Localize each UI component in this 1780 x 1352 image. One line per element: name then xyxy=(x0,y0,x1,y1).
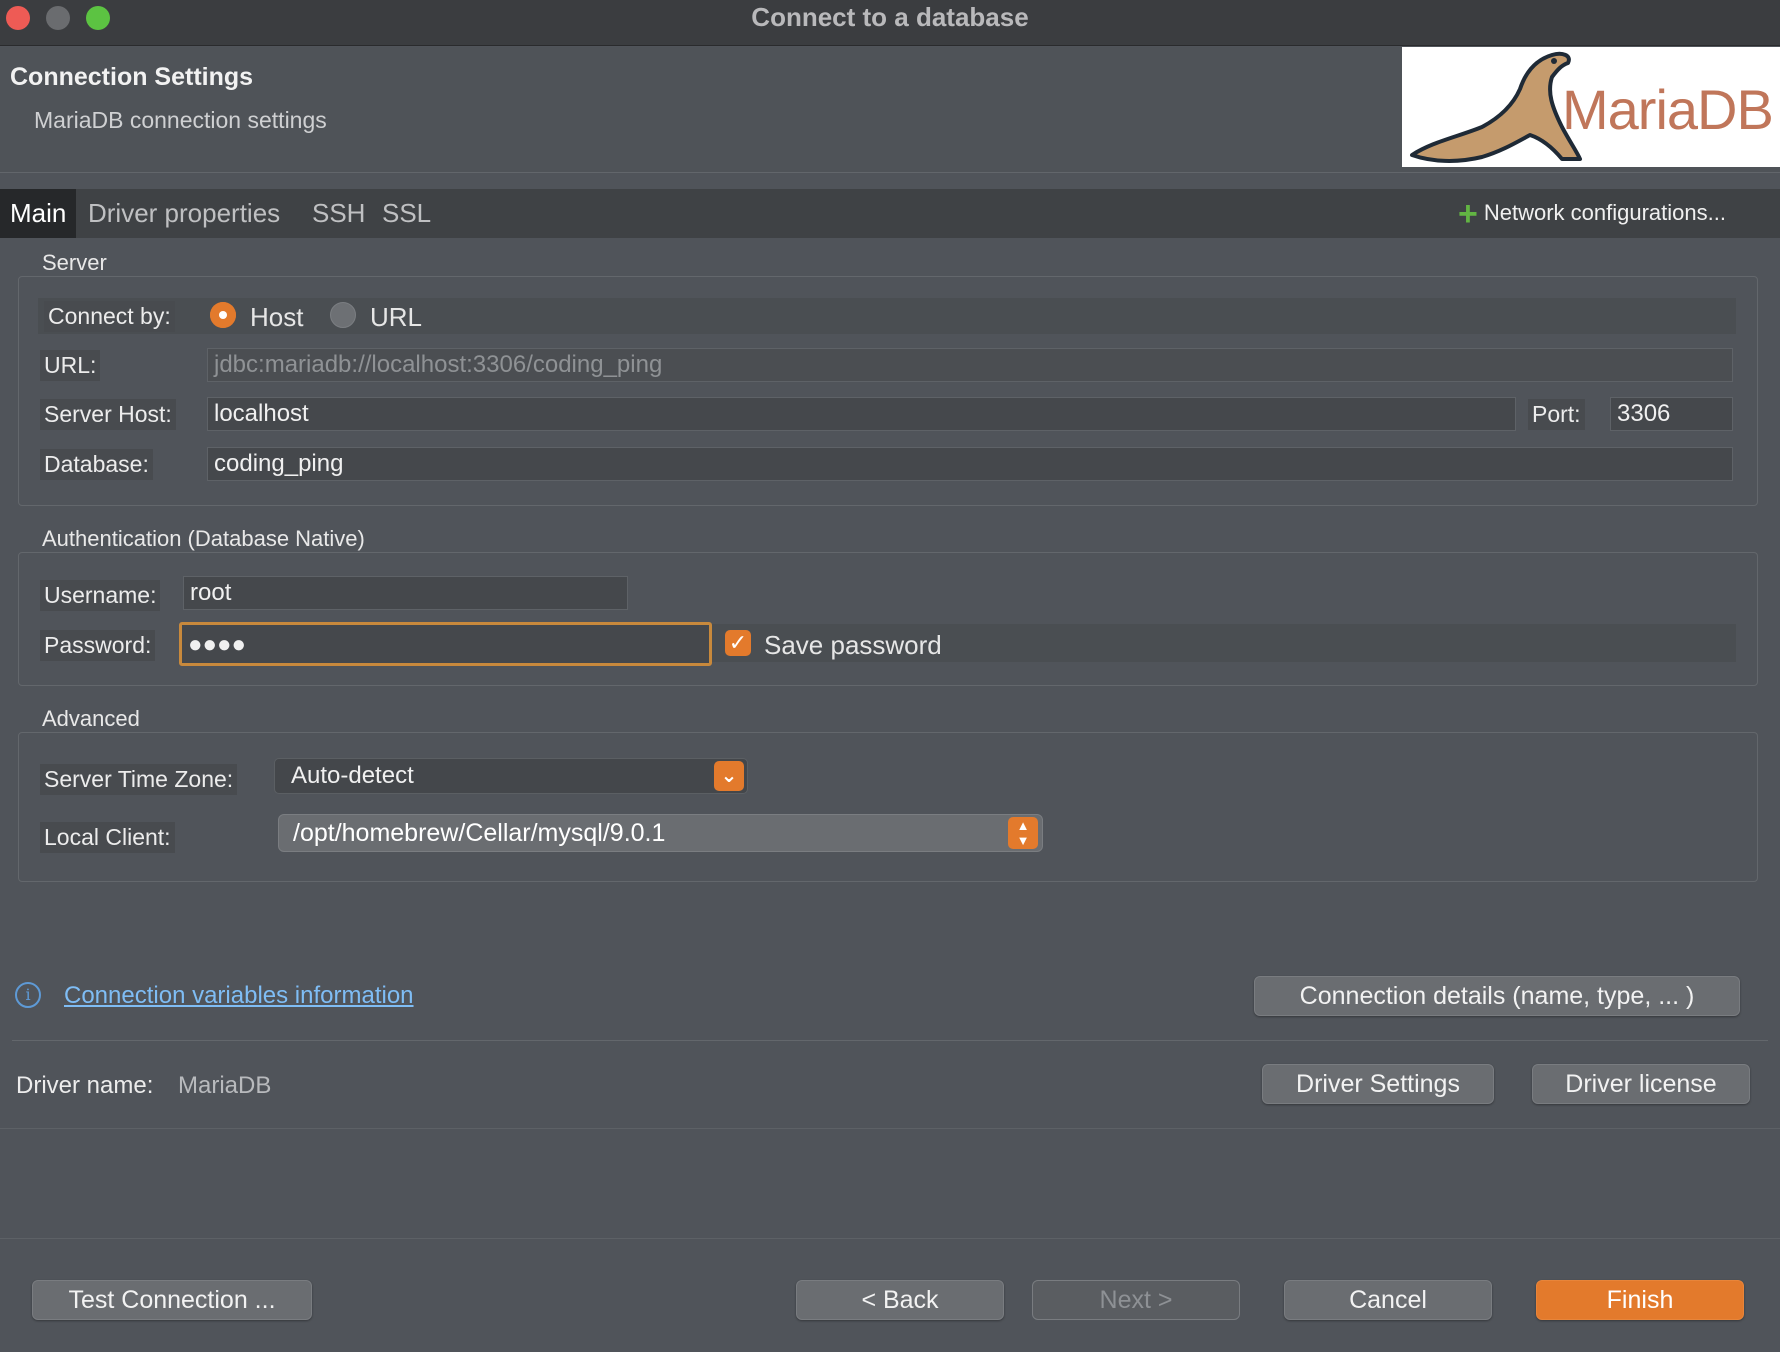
info-icon: i xyxy=(15,982,41,1008)
server-host-field[interactable]: localhost xyxy=(207,397,1516,431)
network-configurations-label: Network configurations... xyxy=(1483,200,1726,225)
header-title: Connection Settings xyxy=(10,63,254,91)
finish-button[interactable]: Finish xyxy=(1536,1280,1744,1320)
server-host-label: Server Host: xyxy=(40,399,176,430)
local-client-label: Local Client: xyxy=(40,822,175,853)
tab-driver-properties[interactable]: Driver properties xyxy=(88,189,280,238)
url-radio-label[interactable]: URL xyxy=(370,302,422,333)
mariadb-logo: MariaDB xyxy=(1402,47,1780,167)
chevron-down-icon[interactable]: ⌄ xyxy=(714,761,744,791)
server-section-label: Server xyxy=(42,250,107,275)
header-subtitle: MariaDB connection settings xyxy=(34,107,327,133)
cancel-button[interactable]: Cancel xyxy=(1284,1280,1492,1320)
logo-text: MariaDB xyxy=(1562,78,1774,141)
next-button[interactable]: Next > xyxy=(1032,1280,1240,1320)
window-title: Connect to a database xyxy=(751,2,1029,32)
host-radio-label[interactable]: Host xyxy=(250,302,303,333)
up-down-chevron-icon[interactable]: ▲ ▼ xyxy=(1008,817,1038,849)
footer-divider xyxy=(12,1040,1768,1041)
network-configurations-button[interactable]: + Network configurations... xyxy=(1458,189,1726,238)
advanced-group xyxy=(18,732,1758,882)
driver-license-button[interactable]: Driver license xyxy=(1532,1064,1750,1104)
connection-variables-link[interactable]: Connection variables information xyxy=(64,982,414,1010)
local-client-select[interactable]: /opt/homebrew/Cellar/mysql/9.0.1 xyxy=(278,814,1043,852)
driver-name-value: MariaDB xyxy=(178,1072,272,1099)
port-label: Port: xyxy=(1528,399,1585,430)
connection-details-button[interactable]: Connection details (name, type, ... ) xyxy=(1254,976,1740,1016)
server-time-zone-combo[interactable]: Auto-detect xyxy=(274,758,748,794)
port-field[interactable]: 3306 xyxy=(1610,397,1733,431)
driver-name-label: Driver name: xyxy=(16,1072,154,1099)
password-field[interactable]: ●●●● xyxy=(179,622,712,666)
local-client-value: /opt/homebrew/Cellar/mysql/9.0.1 xyxy=(293,819,666,847)
username-label: Username: xyxy=(40,580,161,611)
connect-by-label: Connect by: xyxy=(44,301,175,332)
server-time-zone-label: Server Time Zone: xyxy=(40,764,238,795)
host-radio[interactable] xyxy=(210,302,236,328)
password-label: Password: xyxy=(40,630,156,661)
server-time-zone-value: Auto-detect xyxy=(291,762,414,789)
save-password-checkbox[interactable]: ✓ xyxy=(725,630,751,656)
url-field: jdbc:mariadb://localhost:3306/coding_pin… xyxy=(207,348,1733,382)
checkmark-icon: ✓ xyxy=(728,630,748,655)
auth-section-label: Authentication (Database Native) xyxy=(42,526,365,551)
advanced-section-label: Advanced xyxy=(42,706,140,731)
database-label: Database: xyxy=(40,449,153,480)
plus-icon: + xyxy=(1458,194,1478,233)
driver-settings-button[interactable]: Driver Settings xyxy=(1262,1064,1494,1104)
url-label: URL: xyxy=(40,350,101,381)
username-field[interactable]: root xyxy=(183,576,628,610)
back-button[interactable]: < Back xyxy=(796,1280,1004,1320)
test-connection-button[interactable]: Test Connection ... xyxy=(32,1280,312,1320)
tab-ssh[interactable]: SSH xyxy=(312,189,365,238)
tab-main[interactable]: Main xyxy=(0,189,77,238)
actions-divider xyxy=(0,1238,1780,1239)
database-field[interactable]: coding_ping xyxy=(207,447,1733,481)
content-bottom-divider xyxy=(0,1128,1780,1129)
url-radio[interactable] xyxy=(330,302,356,328)
save-password-label[interactable]: Save password xyxy=(764,630,942,661)
tab-ssl[interactable]: SSL xyxy=(382,189,431,238)
